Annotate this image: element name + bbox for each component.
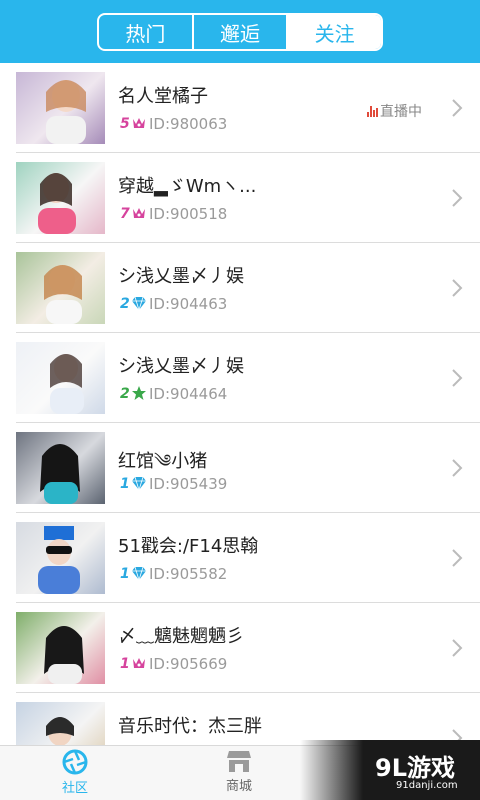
watermark-logo: 9L游戏 [375, 754, 455, 782]
avatar [16, 522, 105, 594]
level-number: 1 [120, 476, 130, 492]
store-icon [227, 751, 251, 772]
diamond-icon [132, 476, 146, 491]
list-item[interactable]: シ浅乂墨〆丿娱 2 ID:904463 [0, 243, 480, 333]
user-id: ID:904463 [149, 295, 228, 313]
level-number: 7 [120, 206, 130, 222]
chevron-right-icon [452, 369, 463, 387]
list-item[interactable]: 红馆༄小猪 1 ID:905439 [0, 423, 480, 513]
nav-tab-label: 商城 [225, 779, 252, 794]
level-number: 2 [120, 296, 130, 312]
chevron-right-icon [452, 189, 463, 207]
chevron-right-icon [452, 99, 463, 117]
nav-tab-label: 社区 [61, 781, 88, 796]
tab-hot[interactable]: 热门 [99, 15, 194, 49]
level-number: 1 [120, 656, 130, 672]
chevron-right-icon [452, 639, 463, 657]
chevron-right-icon [452, 279, 463, 297]
nav-tab-community[interactable]: 社区 [35, 749, 115, 799]
chevron-right-icon [452, 549, 463, 567]
crown-icon [133, 118, 145, 128]
level-number: 2 [120, 386, 130, 402]
avatar [16, 72, 105, 144]
streamer-name: シ浅乂墨〆丿娱 [118, 356, 244, 377]
following-list: 名人堂橘子 5 ID:980063 直播中 穿越▂ゞWmヽ... 7 ID:90… [0, 63, 480, 745]
diamond-icon [132, 566, 146, 581]
streamer-name: 51戳会:/F14思翰 [118, 536, 259, 557]
user-id: ID:904464 [149, 385, 228, 403]
list-item[interactable]: 穿越▂ゞWmヽ... 7 ID:900518 [0, 153, 480, 243]
list-item[interactable]: シ浅乂墨〆丿娱 2 ID:904464 [0, 333, 480, 423]
list-item[interactable]: 名人堂橘子 5 ID:980063 直播中 [0, 63, 480, 153]
level-number: 5 [120, 116, 130, 132]
star-icon [132, 386, 146, 400]
streamer-name: シ浅乂墨〆丿娱 [118, 266, 244, 287]
diamond-icon [132, 296, 146, 311]
list-item[interactable]: 音乐时代：杰三胖 [0, 693, 480, 745]
tab-following[interactable]: 关注 [288, 15, 381, 49]
crown-icon [133, 208, 145, 218]
segmented-control: 热门 邂逅 关注 [97, 13, 383, 51]
tab-encounter[interactable]: 邂逅 [194, 15, 289, 49]
crown-icon [133, 658, 145, 668]
streamer-name: 穿越▂ゞWmヽ... [118, 176, 257, 197]
user-id: ID:980063 [149, 115, 228, 133]
live-status-label: 直播中 [380, 104, 422, 120]
aperture-icon [62, 749, 88, 775]
avatar [16, 252, 105, 324]
streamer-name: 〆﹏魑魅魍魉彡 [118, 626, 244, 647]
top-bar: 热门 邂逅 关注 [0, 0, 480, 63]
streamer-name: 名人堂橘子 [118, 86, 208, 107]
user-id: ID:905669 [149, 655, 228, 673]
avatar [16, 612, 105, 684]
level-number: 1 [120, 566, 130, 582]
chevron-right-icon [452, 459, 463, 477]
user-id: ID:905582 [149, 565, 228, 583]
nav-tab-store[interactable]: 商城 [199, 749, 279, 799]
live-bars-icon [367, 105, 378, 117]
list-item[interactable]: 〆﹏魑魅魍魉彡 1 ID:905669 [0, 603, 480, 693]
user-id: ID:900518 [149, 205, 228, 223]
live-status: 直播中 [367, 101, 422, 121]
streamer-name: 音乐时代：杰三胖 [118, 716, 262, 737]
avatar [16, 432, 105, 504]
avatar [16, 702, 105, 745]
avatar [16, 162, 105, 234]
user-id: ID:905439 [149, 475, 228, 493]
list-item[interactable]: 51戳会:/F14思翰 1 ID:905582 [0, 513, 480, 603]
watermark-url: 91danji.com [396, 780, 458, 791]
avatar [16, 342, 105, 414]
